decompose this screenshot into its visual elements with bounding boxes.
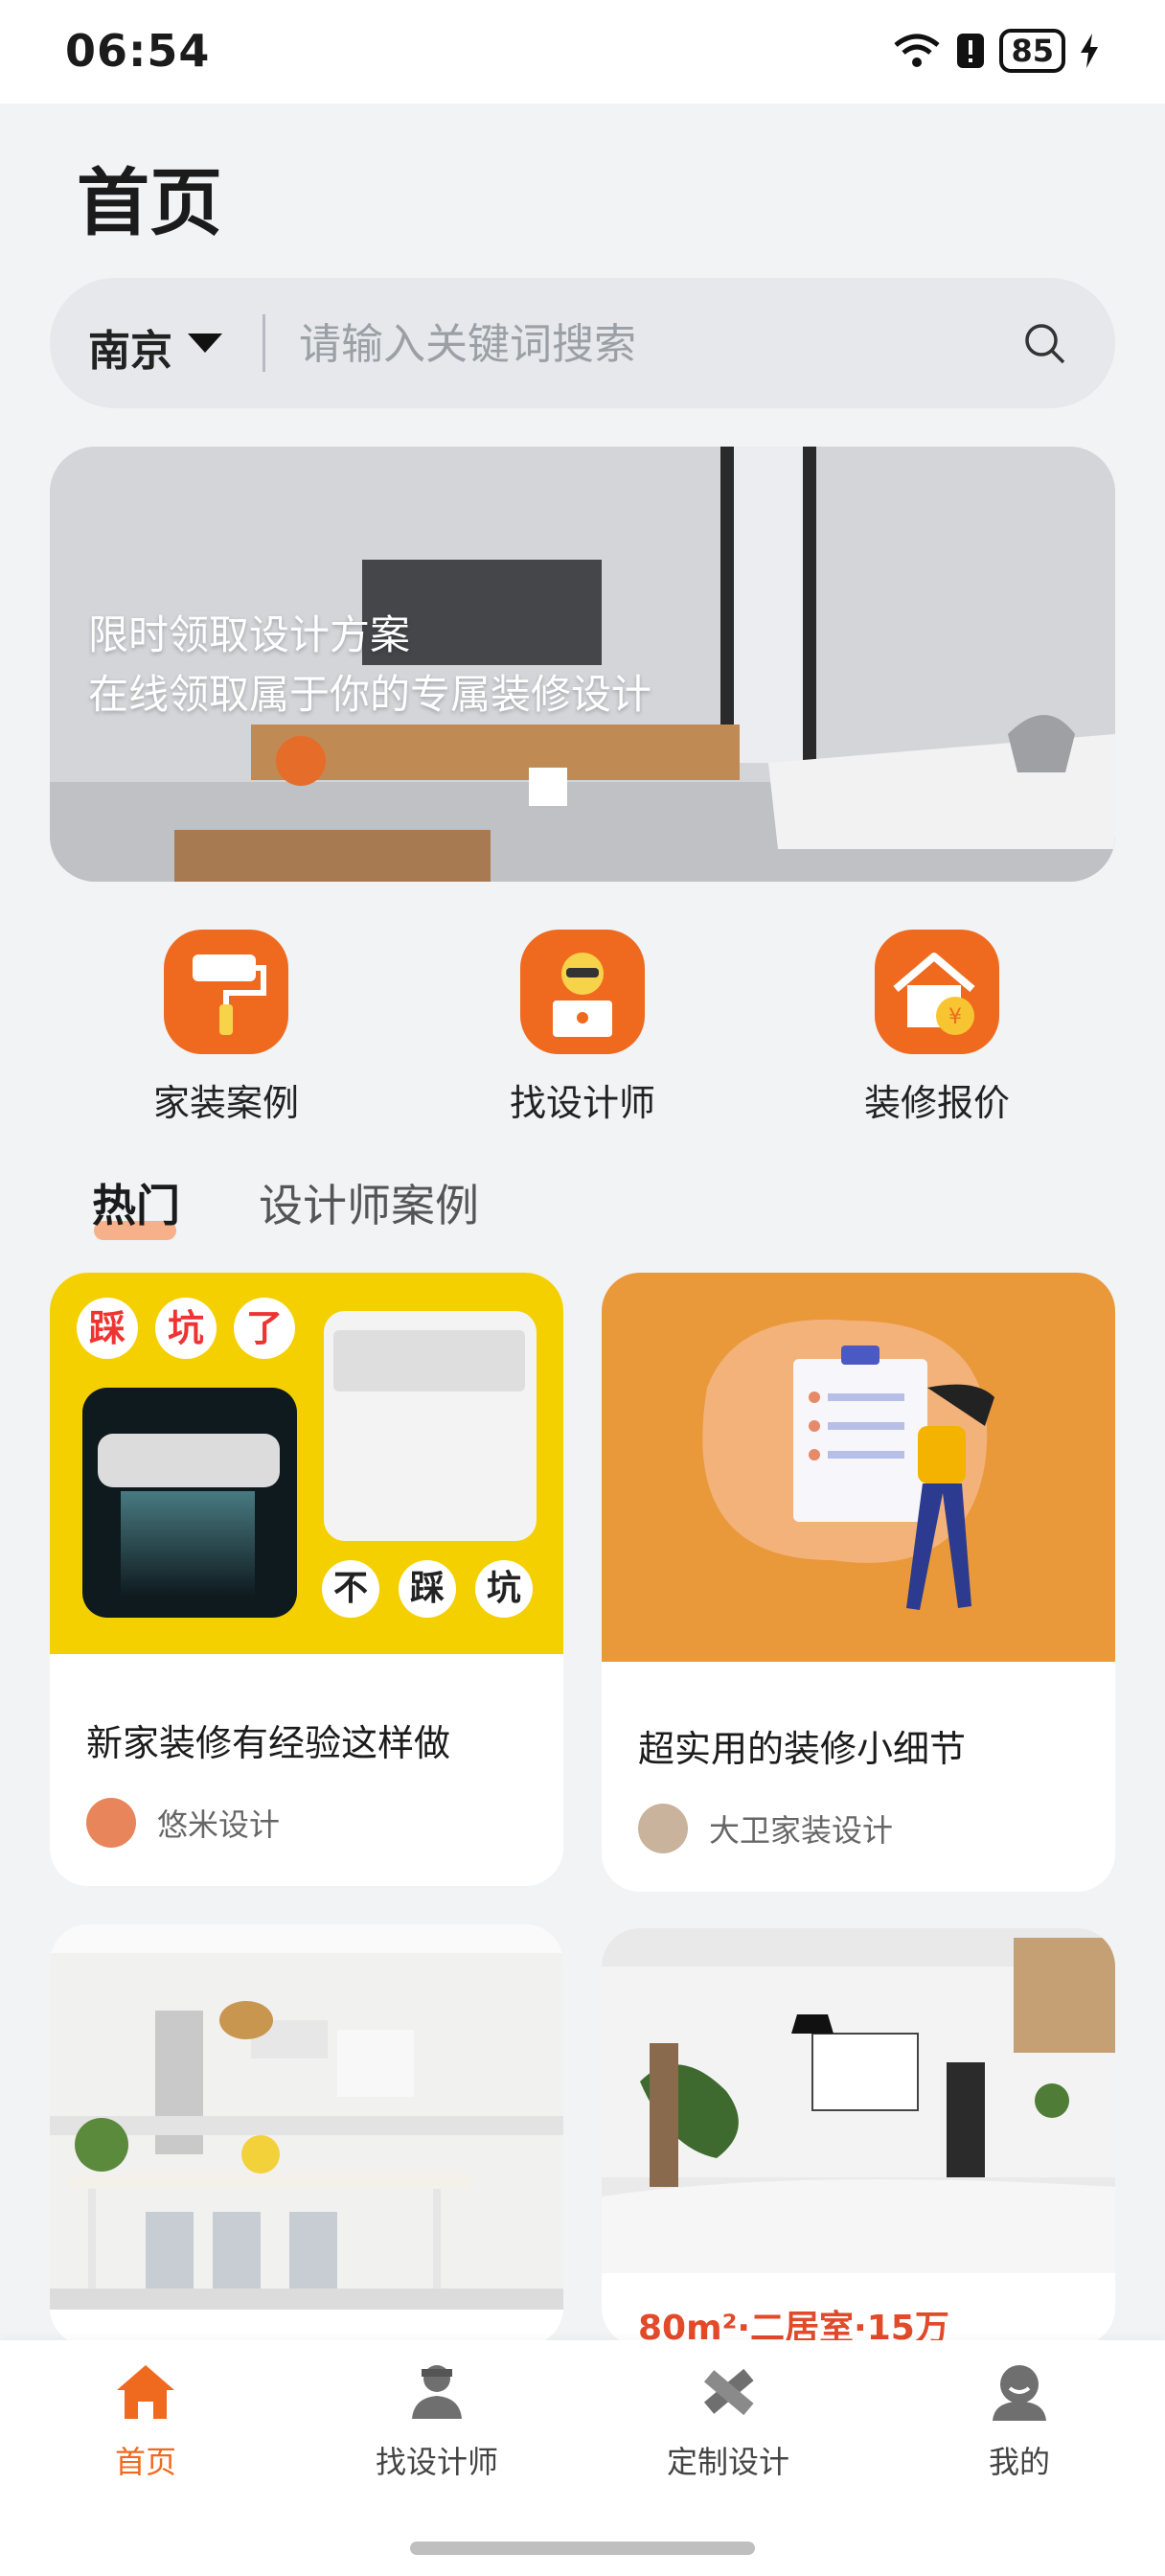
nav-label: 定制设计 bbox=[666, 2444, 789, 2480]
card-author: 大卫家装设计 bbox=[638, 1804, 893, 1853]
home-indicator[interactable] bbox=[410, 2542, 755, 2555]
nav-label: 我的 bbox=[988, 2444, 1050, 2480]
search-input[interactable] bbox=[297, 312, 971, 376]
sticker-char: 了 bbox=[234, 1298, 295, 1359]
nav-custom-design[interactable]: 定制设计 bbox=[632, 2359, 824, 2482]
card-author: 悠米设计 bbox=[86, 1798, 280, 1848]
banner-line1: 限时领取设计方案 bbox=[88, 611, 411, 658]
nav-find-designer[interactable]: 找设计师 bbox=[341, 2359, 533, 2482]
article-card[interactable]: 80m²·二居室·15万 bbox=[602, 1928, 1115, 2346]
article-card[interactable]: 超实用的装修小细节 大卫家装设计 bbox=[602, 1273, 1115, 1892]
sticker-char: 踩 bbox=[77, 1298, 138, 1359]
author-name: 悠米设计 bbox=[157, 1806, 281, 1843]
kitchen-dining-image bbox=[50, 1924, 563, 2310]
battery-indicator: 85 bbox=[999, 29, 1065, 73]
tab-designer-cases[interactable]: 设计师案例 bbox=[259, 1171, 479, 1234]
ac-dark-image bbox=[82, 1388, 297, 1618]
quick-action-cases[interactable]: 家装案例 bbox=[111, 930, 341, 1126]
quick-action-label: 装修报价 bbox=[863, 1082, 1010, 1124]
nav-mine[interactable]: 我的 bbox=[924, 2359, 1115, 2482]
quick-action-quote[interactable]: ¥ 装修报价 bbox=[822, 930, 1052, 1126]
article-card[interactable]: 踩 坑 了 不 踩 坑 新家装修有经验这样做 悠米设计 bbox=[50, 1273, 563, 1886]
svg-text:¥: ¥ bbox=[948, 1005, 962, 1029]
card-title: 超实用的装修小细节 bbox=[638, 1728, 967, 1770]
tab-hot[interactable]: 热门 bbox=[92, 1171, 180, 1240]
nav-label: 首页 bbox=[114, 2444, 176, 2480]
card-title: 新家装修有经验这样做 bbox=[86, 1722, 451, 1764]
house-price-icon: ¥ bbox=[875, 930, 999, 1054]
quick-action-designer[interactable]: 找设计师 bbox=[468, 930, 697, 1126]
paint-roller-icon bbox=[164, 930, 288, 1054]
card-image bbox=[602, 1273, 1115, 1662]
pencil-ruler-icon bbox=[703, 2368, 754, 2416]
alert-icon bbox=[957, 34, 985, 68]
user-icon bbox=[993, 2365, 1046, 2421]
status-bar: 06:54 85 bbox=[0, 0, 1165, 104]
sticker-char: 踩 bbox=[399, 1560, 456, 1618]
card-image: 踩 坑 了 不 踩 坑 bbox=[50, 1273, 563, 1654]
promo-banner[interactable]: 限时领取设计方案 在线领取属于你的专属装修设计 bbox=[50, 447, 1115, 882]
designer-person-icon bbox=[412, 2365, 462, 2419]
caret-down-icon[interactable] bbox=[188, 334, 222, 353]
search-bar: 南京 bbox=[50, 278, 1115, 408]
home-icon bbox=[117, 2365, 174, 2419]
banner-text: 限时领取设计方案 在线领取属于你的专属装修设计 bbox=[88, 606, 651, 724]
page-title: 首页 bbox=[77, 160, 222, 245]
nav-home[interactable]: 首页 bbox=[50, 2359, 241, 2482]
banner-line2: 在线领取属于你的专属装修设计 bbox=[88, 671, 652, 718]
quick-action-label: 家装案例 bbox=[152, 1082, 299, 1124]
wifi-icon bbox=[894, 34, 941, 67]
modern-kitchen-image bbox=[602, 1928, 1115, 2273]
search-divider bbox=[263, 314, 265, 372]
checklist-illustration bbox=[702, 1319, 994, 1610]
status-time: 06:54 bbox=[65, 25, 211, 77]
content-tabs: 热门 设计师案例 bbox=[92, 1171, 479, 1240]
sticker-char: 坑 bbox=[155, 1298, 217, 1359]
avatar bbox=[638, 1804, 688, 1853]
article-card[interactable] bbox=[50, 1924, 563, 2346]
sticker-char: 坑 bbox=[475, 1560, 533, 1618]
designer-icon bbox=[520, 930, 645, 1054]
status-icons: 85 bbox=[892, 29, 1100, 73]
nav-label: 找设计师 bbox=[375, 2444, 498, 2480]
card-title: 80m²·二居室·15万 bbox=[638, 2309, 949, 2346]
quick-action-label: 找设计师 bbox=[509, 1082, 655, 1124]
sticker-char: 不 bbox=[322, 1560, 379, 1618]
charging-icon bbox=[1081, 34, 1098, 68]
search-icon[interactable] bbox=[1023, 322, 1067, 366]
ac-wall-image bbox=[324, 1311, 537, 1541]
avatar bbox=[86, 1798, 136, 1848]
city-selector[interactable]: 南京 bbox=[88, 316, 172, 378]
author-name: 大卫家装设计 bbox=[709, 1812, 894, 1849]
